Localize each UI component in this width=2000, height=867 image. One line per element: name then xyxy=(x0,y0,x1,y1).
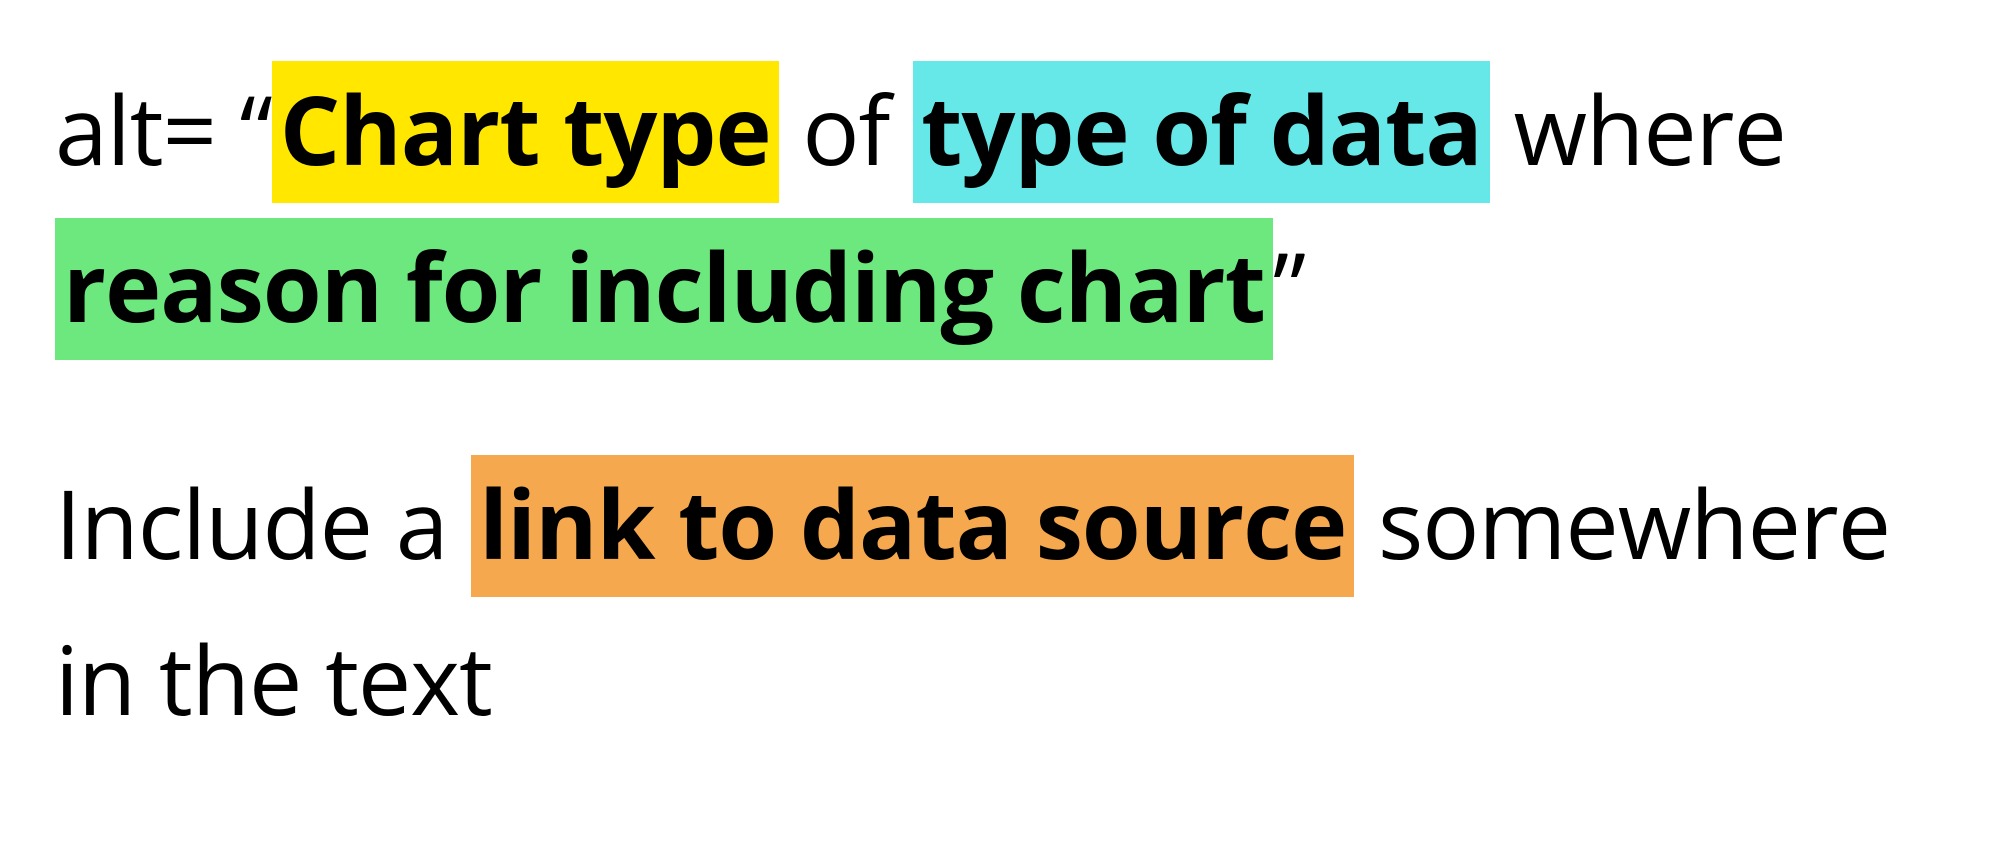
alt-text-template: alt= “Chart type of type of data where r… xyxy=(55,50,1945,364)
include-prefix: Include a xyxy=(55,457,471,587)
data-source-instruction: Include a link to data source somewhere … xyxy=(55,444,1945,758)
type-of-data-placeholder: type of data xyxy=(913,61,1490,203)
alt-where: where xyxy=(1490,63,1786,193)
link-to-data-source-placeholder: link to data source xyxy=(471,455,1354,597)
chart-type-placeholder: Chart type xyxy=(272,61,779,203)
alt-of: of xyxy=(779,63,913,193)
alt-suffix: ” xyxy=(1273,220,1305,350)
alt-prefix: alt= “ xyxy=(55,63,272,193)
reason-placeholder: reason for including chart xyxy=(55,218,1273,360)
